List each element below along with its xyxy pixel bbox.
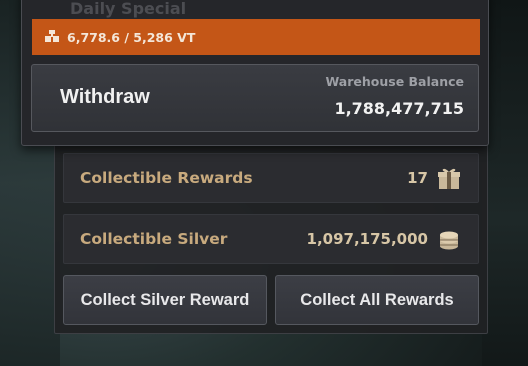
warehouse-balance-value: 1,788,477,715 bbox=[334, 99, 464, 118]
weight-capacity-text: 6,778.6 / 5,286 VT bbox=[67, 29, 196, 45]
coin-stack-icon bbox=[436, 226, 462, 252]
panel-header-text: Daily Special bbox=[70, 0, 187, 18]
collectible-silver-amount: 1,097,175,000 bbox=[306, 230, 428, 248]
warehouse-panel: Daily Special 6,778.6 / 5,286 VT Withdra… bbox=[21, 0, 489, 146]
collectible-rewards-row: Collectible Rewards 17 bbox=[63, 153, 479, 203]
weight-icon bbox=[44, 28, 60, 47]
collectible-silver-label: Collectible Silver bbox=[80, 230, 228, 248]
withdraw-button[interactable]: Withdraw Warehouse Balance 1,788,477,715 bbox=[31, 64, 479, 132]
gift-icon bbox=[436, 165, 462, 191]
collectible-silver-row: Collectible Silver 1,097,175,000 bbox=[63, 214, 479, 264]
weight-capacity-bar: 6,778.6 / 5,286 VT bbox=[32, 19, 480, 55]
rewards-panel: Collectible Rewards 17 Collectible Silve… bbox=[54, 118, 488, 334]
collectible-rewards-label: Collectible Rewards bbox=[80, 169, 253, 187]
collect-all-rewards-button[interactable]: Collect All Rewards bbox=[275, 275, 479, 325]
warehouse-balance-label: Warehouse Balance bbox=[325, 74, 464, 89]
collectible-rewards-count: 17 bbox=[407, 169, 428, 187]
collect-silver-reward-button[interactable]: Collect Silver Reward bbox=[63, 275, 267, 325]
withdraw-label: Withdraw bbox=[60, 86, 150, 108]
